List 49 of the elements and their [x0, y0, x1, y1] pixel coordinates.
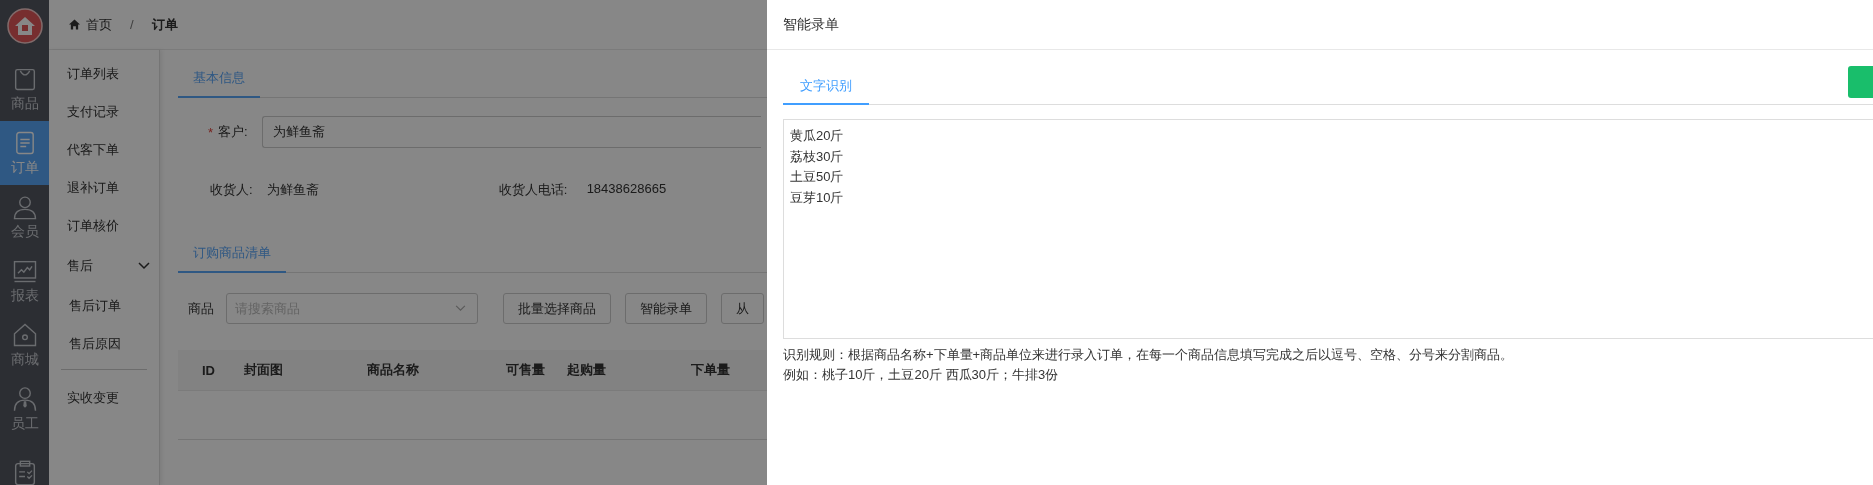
submenu-item[interactable]: 订单核价 — [49, 207, 159, 245]
field-label: 商品 — [188, 299, 214, 318]
sidebar-item[interactable]: 会员 — [0, 185, 49, 249]
drawer-tab[interactable]: 文字识别 — [783, 77, 869, 105]
sidebar-label: 会员 — [10, 223, 39, 241]
submenu-item[interactable]: 售后订单 — [49, 287, 159, 325]
submenu-item[interactable]: 售后原因 — [49, 325, 159, 363]
sidebar-item[interactable]: 商城 — [0, 313, 49, 377]
column-header: 商品名称 — [367, 362, 419, 377]
sidebar-item[interactable]: 商品 — [0, 57, 49, 121]
text-input-area[interactable]: 黄瓜20斤 荔枝30斤 土豆50斤 豆芽10斤 — [783, 119, 1873, 339]
column-header: 起购量 — [567, 362, 606, 377]
column-header: 封面图 — [244, 362, 283, 377]
action-button[interactable]: 智能录单 — [625, 293, 707, 324]
rule-text: 识别规则：根据商品名称+下单量+商品单位来进行录入订单，在每一个商品信息填写完成之后以逗号、空格、分号来分割商品。 — [783, 346, 1514, 364]
submenu-item[interactable]: 实收变更 — [49, 379, 159, 417]
customer-field[interactable]: 为鲜鱼斋 — [261, 116, 761, 148]
drawer-title: 智能录单 — [767, 0, 1873, 50]
sidebar-item[interactable]: 员工 — [0, 377, 49, 441]
logo-icon — [6, 8, 43, 44]
submenu-item[interactable]: 订单列表 — [49, 55, 159, 93]
submenu-group[interactable]: 售后 — [49, 245, 159, 287]
field-label: 收货人电话: — [498, 181, 569, 199]
field-value: 为鲜鱼斋 — [266, 181, 320, 199]
column-header: ID — [202, 362, 215, 378]
home-icon — [69, 19, 80, 30]
column-header: 可售量 — [506, 362, 545, 377]
chevron-icon — [138, 262, 150, 270]
submenu-item[interactable]: 代客下单 — [49, 131, 159, 169]
action-button[interactable]: 从 — [721, 293, 764, 324]
sidebar-label: 商城 — [10, 351, 39, 369]
required-mark: * — [208, 124, 214, 140]
submenu-item[interactable]: 支付记录 — [49, 93, 159, 131]
chevron-icon — [455, 305, 466, 312]
field-value: 18438628665 — [586, 181, 667, 198]
field-label: 收货人: — [210, 181, 253, 199]
sidebar-label: 员工 — [10, 415, 39, 433]
breadcrumb-item: 订单 — [151, 15, 178, 34]
action-button[interactable]: 批量选择商品 — [503, 293, 611, 324]
sidebar-label: 订单 — [10, 159, 39, 177]
example-text: 例如：桃子10斤，土豆20斤 西瓜30斤；牛排3份 — [783, 366, 1059, 384]
breadcrumb-separator: / — [130, 17, 134, 32]
sidebar-label: 商品 — [10, 95, 39, 113]
sidebar-item[interactable]: 报表 — [0, 249, 49, 313]
column-header: 下单量 — [691, 362, 730, 377]
submenu-item[interactable]: 退补订单 — [49, 169, 159, 207]
field-label: 客户: — [218, 123, 248, 141]
breadcrumb-item[interactable]: 首页 — [86, 15, 112, 34]
sidebar-label: 报表 — [10, 287, 39, 305]
